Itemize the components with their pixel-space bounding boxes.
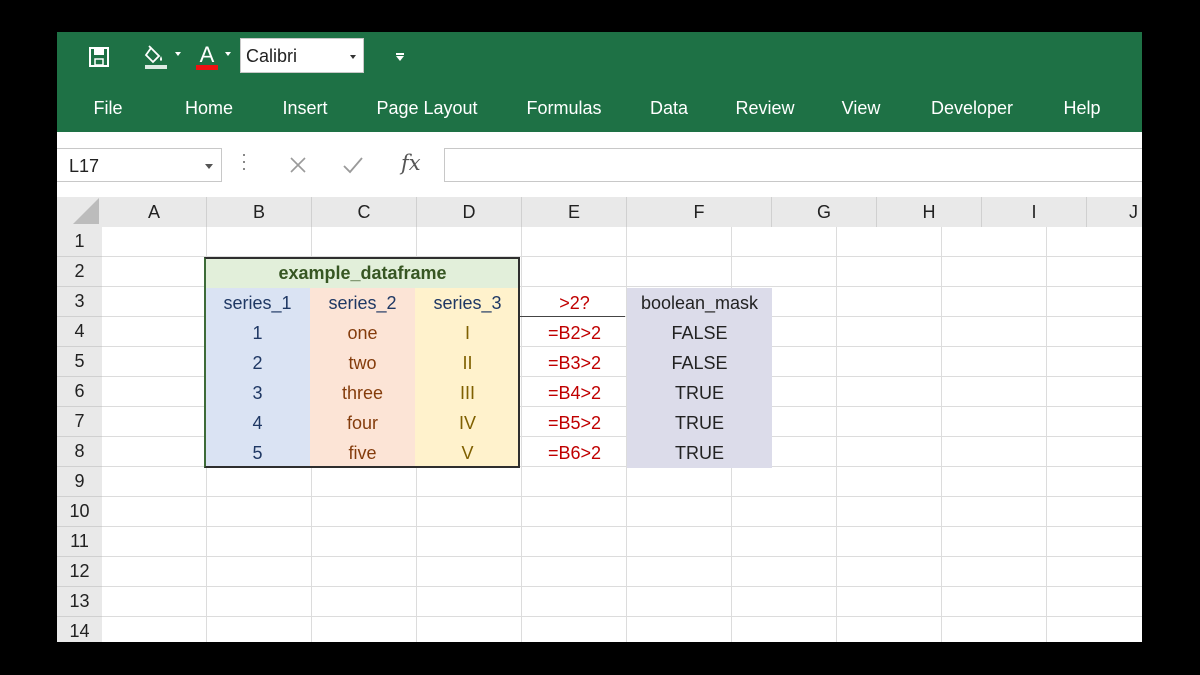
formula-cell[interactable]: =B2>2 (522, 318, 627, 348)
row-header-1[interactable]: 1 (57, 227, 102, 257)
formula-input[interactable] (444, 148, 1142, 182)
tab-insert[interactable]: Insert (282, 98, 327, 119)
tab-file[interactable]: File (93, 98, 122, 119)
table-cell[interactable]: one (347, 318, 377, 348)
insert-function-icon[interactable]: fx (401, 151, 421, 175)
dataframe-title: example_dataframe (278, 262, 447, 283)
save-icon[interactable] (87, 42, 111, 72)
row-header-3[interactable]: 3 (57, 287, 102, 317)
row-header-13[interactable]: 13 (57, 587, 102, 617)
cell-c3[interactable]: series_2 (310, 288, 415, 318)
series-1-column: 1 2 3 4 5 (205, 318, 310, 468)
formula-bar: L17 fx (57, 132, 1142, 192)
column-header-j[interactable]: J (1087, 197, 1142, 227)
fill-color-icon[interactable] (141, 42, 171, 72)
column-header-c[interactable]: C (312, 197, 417, 227)
column-header-h[interactable]: H (877, 197, 982, 227)
row-header-8[interactable]: 8 (57, 437, 102, 467)
table-cell[interactable]: 2 (252, 348, 262, 378)
formula-cell[interactable]: =B6>2 (522, 438, 627, 468)
formula-cell[interactable]: =B3>2 (522, 348, 627, 378)
series-3-column: I II III IV V (415, 318, 520, 468)
chevron-down-icon[interactable] (350, 55, 356, 59)
table-cell[interactable]: five (348, 438, 376, 468)
cell-e3[interactable]: >2? (522, 288, 627, 318)
drag-handle-icon[interactable] (243, 154, 245, 174)
row-header-5[interactable]: 5 (57, 347, 102, 377)
chevron-down-icon[interactable] (205, 164, 213, 169)
font-color-dropdown-icon[interactable] (225, 52, 231, 56)
tab-view[interactable]: View (842, 98, 881, 119)
worksheet-grid: A B C D E F G H I J 1 2 3 4 5 6 7 8 9 10… (57, 197, 1142, 642)
column-header-b[interactable]: B (207, 197, 312, 227)
svg-text:A: A (200, 43, 215, 67)
column-header-d[interactable]: D (417, 197, 522, 227)
row-header-4[interactable]: 4 (57, 317, 102, 347)
table-cell[interactable]: 1 (252, 318, 262, 348)
row-header-6[interactable]: 6 (57, 377, 102, 407)
table-cell[interactable]: three (342, 378, 383, 408)
table-cell[interactable]: four (347, 408, 378, 438)
tab-formulas[interactable]: Formulas (526, 98, 601, 119)
table-cell[interactable]: two (348, 348, 376, 378)
tab-home[interactable]: Home (185, 98, 233, 119)
column-header-e[interactable]: E (522, 197, 627, 227)
series-1-header: series_1 (223, 292, 292, 313)
series-3-header: series_3 (433, 292, 502, 313)
column-header-f[interactable]: F (627, 197, 772, 227)
column-header-a[interactable]: A (102, 197, 207, 227)
tab-page-layout[interactable]: Page Layout (376, 98, 477, 119)
row-header-11[interactable]: 11 (57, 527, 102, 557)
row-header-12[interactable]: 12 (57, 557, 102, 587)
cell-b3[interactable]: series_1 (205, 288, 310, 318)
formula-cell[interactable]: =B5>2 (522, 408, 627, 438)
customize-qat-icon[interactable] (396, 53, 404, 61)
font-name: Calibri (246, 46, 298, 66)
mask-cell[interactable]: TRUE (675, 408, 724, 438)
row-header-7[interactable]: 7 (57, 407, 102, 437)
column-header-i[interactable]: I (982, 197, 1087, 227)
font-name-box[interactable]: Calibri (240, 38, 364, 73)
table-cell[interactable]: IV (459, 408, 476, 438)
mask-cell[interactable]: FALSE (671, 318, 727, 348)
mask-cell[interactable]: FALSE (671, 348, 727, 378)
cell-b2-title[interactable]: example_dataframe (205, 258, 520, 288)
mask-cell[interactable]: TRUE (675, 378, 724, 408)
table-cell[interactable]: II (462, 348, 472, 378)
table-cell[interactable]: I (465, 318, 470, 348)
boolean-mask-column: boolean_mask FALSE FALSE TRUE TRUE TRUE (627, 288, 772, 468)
name-box[interactable]: L17 (57, 148, 222, 182)
tab-data[interactable]: Data (650, 98, 688, 119)
excel-window: A Calibri File Home Insert Page Layout F… (57, 32, 1142, 642)
tab-help[interactable]: Help (1063, 98, 1100, 119)
table-cell[interactable]: 3 (252, 378, 262, 408)
table-cell[interactable]: 5 (252, 438, 262, 468)
table-cell[interactable]: 4 (252, 408, 262, 438)
tab-developer[interactable]: Developer (931, 98, 1013, 119)
cell-d3[interactable]: series_3 (415, 288, 520, 318)
fill-color-dropdown-icon[interactable] (175, 52, 181, 56)
row-header-9[interactable]: 9 (57, 467, 102, 497)
series-2-header: series_2 (328, 292, 397, 313)
row-header-14[interactable]: 14 (57, 617, 102, 642)
table-cell[interactable]: III (460, 378, 475, 408)
column-header-g[interactable]: G (772, 197, 877, 227)
mask-header[interactable]: boolean_mask (627, 288, 772, 318)
enter-check-icon[interactable] (338, 150, 368, 180)
row-header-2[interactable]: 2 (57, 257, 102, 287)
divider (520, 316, 625, 317)
select-all-button[interactable] (57, 197, 102, 227)
row-header-10[interactable]: 10 (57, 497, 102, 527)
name-box-value: L17 (69, 156, 100, 176)
table-cell[interactable]: V (461, 438, 473, 468)
font-color-icon[interactable]: A (194, 42, 220, 72)
series-2-column: one two three four five (310, 318, 415, 468)
tab-review[interactable]: Review (735, 98, 794, 119)
formula-cell[interactable]: =B4>2 (522, 378, 627, 408)
cancel-icon[interactable] (283, 150, 313, 180)
mask-cell[interactable]: TRUE (675, 438, 724, 468)
ribbon: A Calibri File Home Insert Page Layout F… (57, 32, 1142, 132)
